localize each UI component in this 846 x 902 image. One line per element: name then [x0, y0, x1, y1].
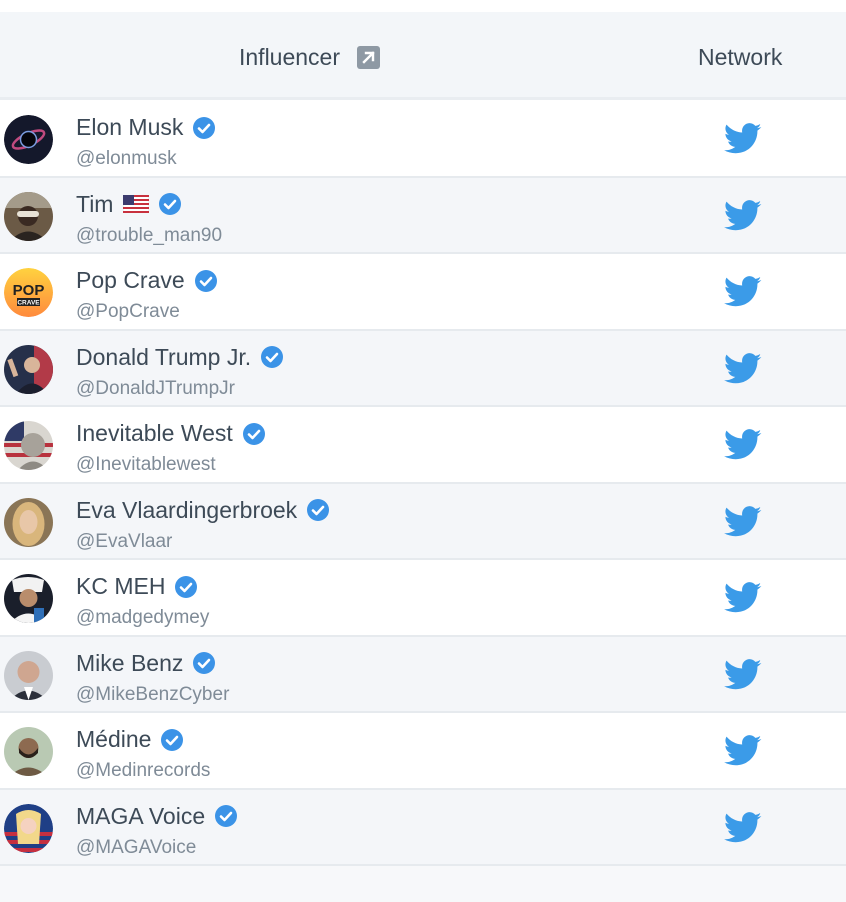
influencer-handle[interactable]: @Inevitablewest	[76, 454, 216, 476]
influencer-name[interactable]: MAGA Voice	[76, 803, 205, 830]
verified-badge-icon	[175, 575, 198, 598]
influencer-handle[interactable]: @elonmusk	[76, 148, 177, 170]
influencer-handle[interactable]: @MikeBenzCyber	[76, 684, 229, 706]
avatar	[4, 191, 53, 241]
table-row[interactable]: KC MEH @madgedymey	[0, 560, 846, 637]
svg-text:POP: POP	[13, 282, 45, 299]
avatar	[4, 421, 53, 470]
influencer-name[interactable]: Pop Crave	[76, 267, 185, 294]
influencer-table-body: Elon Musk @elonmusk Tim @trouble_man90 P…	[0, 101, 846, 866]
table-row[interactable]: Tim @trouble_man90	[0, 177, 846, 254]
verified-badge-icon	[307, 499, 330, 521]
verified-badge-icon	[242, 422, 265, 445]
table-row[interactable]: Médine @Medinrecords	[0, 713, 846, 790]
twitter-icon[interactable]	[724, 276, 762, 308]
avatar	[4, 803, 53, 853]
column-header-influencer[interactable]: Influencer	[239, 44, 381, 71]
verified-badge-icon	[159, 193, 182, 215]
twitter-icon[interactable]	[724, 735, 762, 767]
twitter-icon[interactable]	[724, 811, 762, 844]
influencer-handle[interactable]: @DonaldJTrumpJr	[76, 378, 235, 400]
verified-badge-icon	[193, 652, 216, 674]
us-flag-icon	[123, 195, 150, 213]
influencer-handle[interactable]: @PopCrave	[76, 301, 180, 323]
svg-text:CRAVE: CRAVE	[17, 300, 40, 307]
avatar	[4, 727, 53, 776]
footer-strip	[0, 866, 846, 902]
influencer-handle[interactable]: @MAGAVoice	[76, 837, 196, 859]
influencer-handle[interactable]: @trouble_man90	[76, 225, 222, 247]
avatar	[4, 650, 53, 700]
table-row[interactable]: Inevitable West @Inevitablewest	[0, 407, 846, 484]
external-link-icon[interactable]	[357, 46, 381, 69]
verified-badge-icon	[261, 346, 284, 368]
avatar	[4, 115, 53, 164]
influencer-name[interactable]: Eva Vlaardingerbroek	[76, 497, 297, 524]
influencer-handle[interactable]: @Medinrecords	[76, 760, 210, 782]
verified-badge-icon	[193, 116, 216, 139]
verified-badge-icon	[215, 805, 238, 827]
influencer-name[interactable]: Elon Musk	[76, 114, 183, 141]
table-row[interactable]: Elon Musk @elonmusk	[0, 101, 846, 178]
twitter-icon[interactable]	[724, 658, 762, 691]
influencer-handle[interactable]: @EvaVlaar	[76, 531, 172, 553]
twitter-icon[interactable]	[724, 582, 762, 614]
table-row[interactable]: POP CRAVE Pop Crave @PopCrave	[0, 254, 846, 331]
verified-badge-icon	[161, 728, 184, 751]
twitter-icon[interactable]	[724, 199, 762, 232]
avatar	[4, 497, 53, 547]
avatar	[4, 574, 53, 623]
verified-badge-icon	[194, 269, 217, 292]
influencer-handle[interactable]: @madgedymey	[76, 607, 209, 629]
influencer-name[interactable]: Tim	[76, 191, 113, 218]
influencer-name[interactable]: KC MEH	[76, 573, 165, 600]
twitter-icon[interactable]	[724, 123, 762, 155]
column-header-network[interactable]: Network	[698, 44, 782, 71]
influencer-name[interactable]: Mike Benz	[76, 650, 183, 677]
table-row[interactable]: Mike Benz @MikeBenzCyber	[0, 636, 846, 713]
twitter-icon[interactable]	[724, 505, 762, 538]
top-strip	[0, 0, 846, 12]
table-header: Influencer Network	[0, 12, 846, 100]
avatar	[4, 344, 53, 394]
twitter-icon[interactable]	[724, 352, 762, 385]
influencer-name[interactable]: Inevitable West	[76, 420, 233, 447]
table-row[interactable]: MAGA Voice @MAGAVoice	[0, 789, 846, 866]
avatar: POP CRAVE	[4, 268, 53, 317]
twitter-icon[interactable]	[724, 429, 762, 461]
column-header-influencer-label: Influencer	[239, 44, 341, 70]
table-row[interactable]: Eva Vlaardingerbroek @EvaVlaar	[0, 483, 846, 560]
table-row[interactable]: Donald Trump Jr. @DonaldJTrumpJr	[0, 330, 846, 407]
influencer-name[interactable]: Donald Trump Jr.	[76, 344, 251, 371]
influencer-name[interactable]: Médine	[76, 726, 151, 753]
